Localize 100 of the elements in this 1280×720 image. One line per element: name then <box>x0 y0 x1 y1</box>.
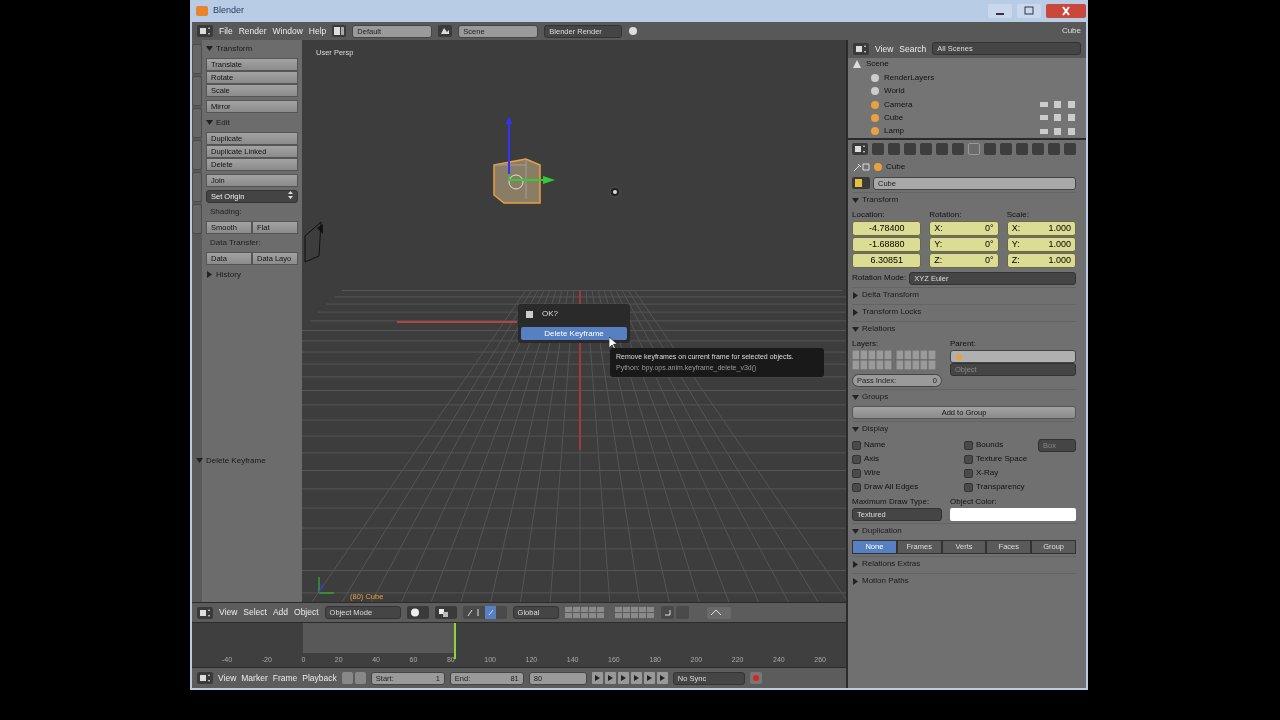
maximize-icon[interactable] <box>1017 4 1041 18</box>
shelf-tab[interactable] <box>192 140 202 170</box>
context-tab[interactable] <box>952 143 964 155</box>
context-tab[interactable] <box>904 143 916 155</box>
value-field[interactable]: -4.78400 <box>852 221 922 236</box>
checkbox[interactable] <box>964 440 973 450</box>
manipulator-icon[interactable] <box>462 606 507 619</box>
shading-icon[interactable] <box>406 606 429 619</box>
value-field[interactable]: Z: 0° <box>929 253 999 268</box>
shelf-tab[interactable] <box>192 44 202 74</box>
shelf-tab[interactable] <box>192 172 202 202</box>
panel-title[interactable]: Delta Transform <box>862 289 919 301</box>
checkbox[interactable] <box>852 454 861 464</box>
checkbox[interactable] <box>852 482 861 492</box>
menu-item[interactable]: Add <box>272 606 289 619</box>
panel-title[interactable]: Display <box>862 423 889 435</box>
value-field[interactable]: 6.30851 <box>852 253 922 268</box>
panel-title[interactable]: Duplication <box>862 525 902 537</box>
context-tab[interactable] <box>1000 143 1012 155</box>
menu-item[interactable]: Playback <box>302 671 337 685</box>
value-field[interactable]: Y: 1.000 <box>1006 237 1076 252</box>
context-tab[interactable] <box>984 143 996 155</box>
layer-grid[interactable] <box>852 350 936 370</box>
operator-panel-title[interactable]: Delete Keyframe <box>206 454 266 467</box>
color-swatch[interactable] <box>950 508 1076 521</box>
outliner-item[interactable]: RenderLayers <box>884 71 935 84</box>
panel-title[interactable]: Edit <box>216 116 230 129</box>
menu-item[interactable]: Delete Keyframe <box>521 327 627 340</box>
editor-type-icon[interactable] <box>852 143 868 155</box>
panel-title[interactable]: Groups <box>862 391 889 403</box>
outliner-item[interactable]: Cube <box>884 111 904 124</box>
render-preview-icon[interactable] <box>706 606 731 619</box>
layout-icon[interactable] <box>332 25 347 37</box>
context-tab[interactable] <box>920 143 932 155</box>
context-tab[interactable] <box>1032 143 1044 155</box>
outliner-item[interactable]: Camera <box>884 98 913 111</box>
checkbox[interactable] <box>964 468 973 478</box>
menu-item[interactable]: Window <box>272 24 303 38</box>
checkbox[interactable] <box>964 454 973 464</box>
panel-title[interactable]: Relations <box>862 323 896 335</box>
expand-triangle-icon[interactable] <box>852 291 859 299</box>
expand-triangle-icon[interactable] <box>206 271 213 278</box>
collapse-triangle-icon[interactable] <box>852 527 859 535</box>
expand-triangle-icon[interactable] <box>852 308 859 316</box>
menu-item[interactable]: Frame <box>272 671 298 685</box>
editor-type-icon[interactable] <box>197 606 213 619</box>
collapse-triangle-icon[interactable] <box>852 393 859 401</box>
outliner-item[interactable]: Scene <box>866 58 889 71</box>
parent-field[interactable] <box>950 350 1076 363</box>
record-icon[interactable] <box>749 672 762 684</box>
context-tab[interactable] <box>872 143 884 155</box>
menu-item[interactable]: View <box>219 606 238 619</box>
panel-title[interactable]: Relations Extras <box>862 558 921 570</box>
restrict-toggles-icon[interactable] <box>1040 113 1076 123</box>
collapse-triangle-icon[interactable] <box>206 119 213 126</box>
editor-type-icon[interactable] <box>197 25 213 37</box>
shelf-tab[interactable] <box>192 108 202 138</box>
context-tab[interactable] <box>1048 143 1060 155</box>
value-field[interactable]: -1.68880 <box>852 237 922 252</box>
panel-title[interactable]: History <box>216 268 241 281</box>
expand-triangle-icon[interactable] <box>852 560 859 568</box>
editor-type-icon[interactable] <box>853 42 869 55</box>
scene-icon[interactable] <box>438 25 453 37</box>
panel-title[interactable]: Transform Locks <box>862 306 922 318</box>
restrict-toggles-icon[interactable] <box>1040 126 1076 136</box>
menu-item[interactable]: Marker <box>241 671 268 685</box>
expand-triangle-icon[interactable] <box>852 577 859 585</box>
context-tab[interactable] <box>1064 143 1076 155</box>
value-field[interactable]: Y: 0° <box>929 237 999 252</box>
pivot-icon[interactable] <box>434 606 457 619</box>
menu-item[interactable]: View <box>875 42 894 56</box>
panel-title[interactable]: Transform <box>862 194 899 206</box>
value-field[interactable]: X: 0° <box>929 221 999 236</box>
collapse-triangle-icon[interactable] <box>852 325 859 333</box>
checkbox[interactable] <box>852 468 861 478</box>
shelf-tab[interactable] <box>192 204 202 234</box>
collapse-triangle-icon[interactable] <box>196 457 203 464</box>
shelf-tab[interactable] <box>192 76 202 106</box>
checkbox[interactable] <box>964 482 973 492</box>
menu-item[interactable]: View <box>218 671 237 685</box>
menu-item[interactable]: Search <box>899 42 927 56</box>
context-tab[interactable] <box>888 143 900 155</box>
menu-item[interactable]: Help <box>308 24 327 38</box>
value-field[interactable]: X: 1.000 <box>1006 221 1076 236</box>
restrict-toggles-icon[interactable] <box>1040 100 1076 110</box>
outliner-item[interactable]: Lamp <box>884 125 904 138</box>
context-tab[interactable] <box>936 143 948 155</box>
close-icon[interactable] <box>1046 4 1086 18</box>
menu-item[interactable]: Render <box>238 24 267 38</box>
panel-title[interactable]: Transform <box>216 42 253 55</box>
playhead[interactable] <box>453 623 456 659</box>
pin-icon[interactable] <box>852 162 870 172</box>
checkbox[interactable] <box>852 440 861 450</box>
outliner-item[interactable]: World <box>884 85 905 98</box>
editor-type-icon[interactable] <box>197 672 213 684</box>
collapse-triangle-icon[interactable] <box>852 425 859 433</box>
menu-item[interactable]: Object <box>294 606 319 619</box>
keying-icon[interactable] <box>341 672 366 684</box>
menu-item[interactable]: File <box>219 24 233 38</box>
playback-controls-icon[interactable] <box>591 672 668 684</box>
